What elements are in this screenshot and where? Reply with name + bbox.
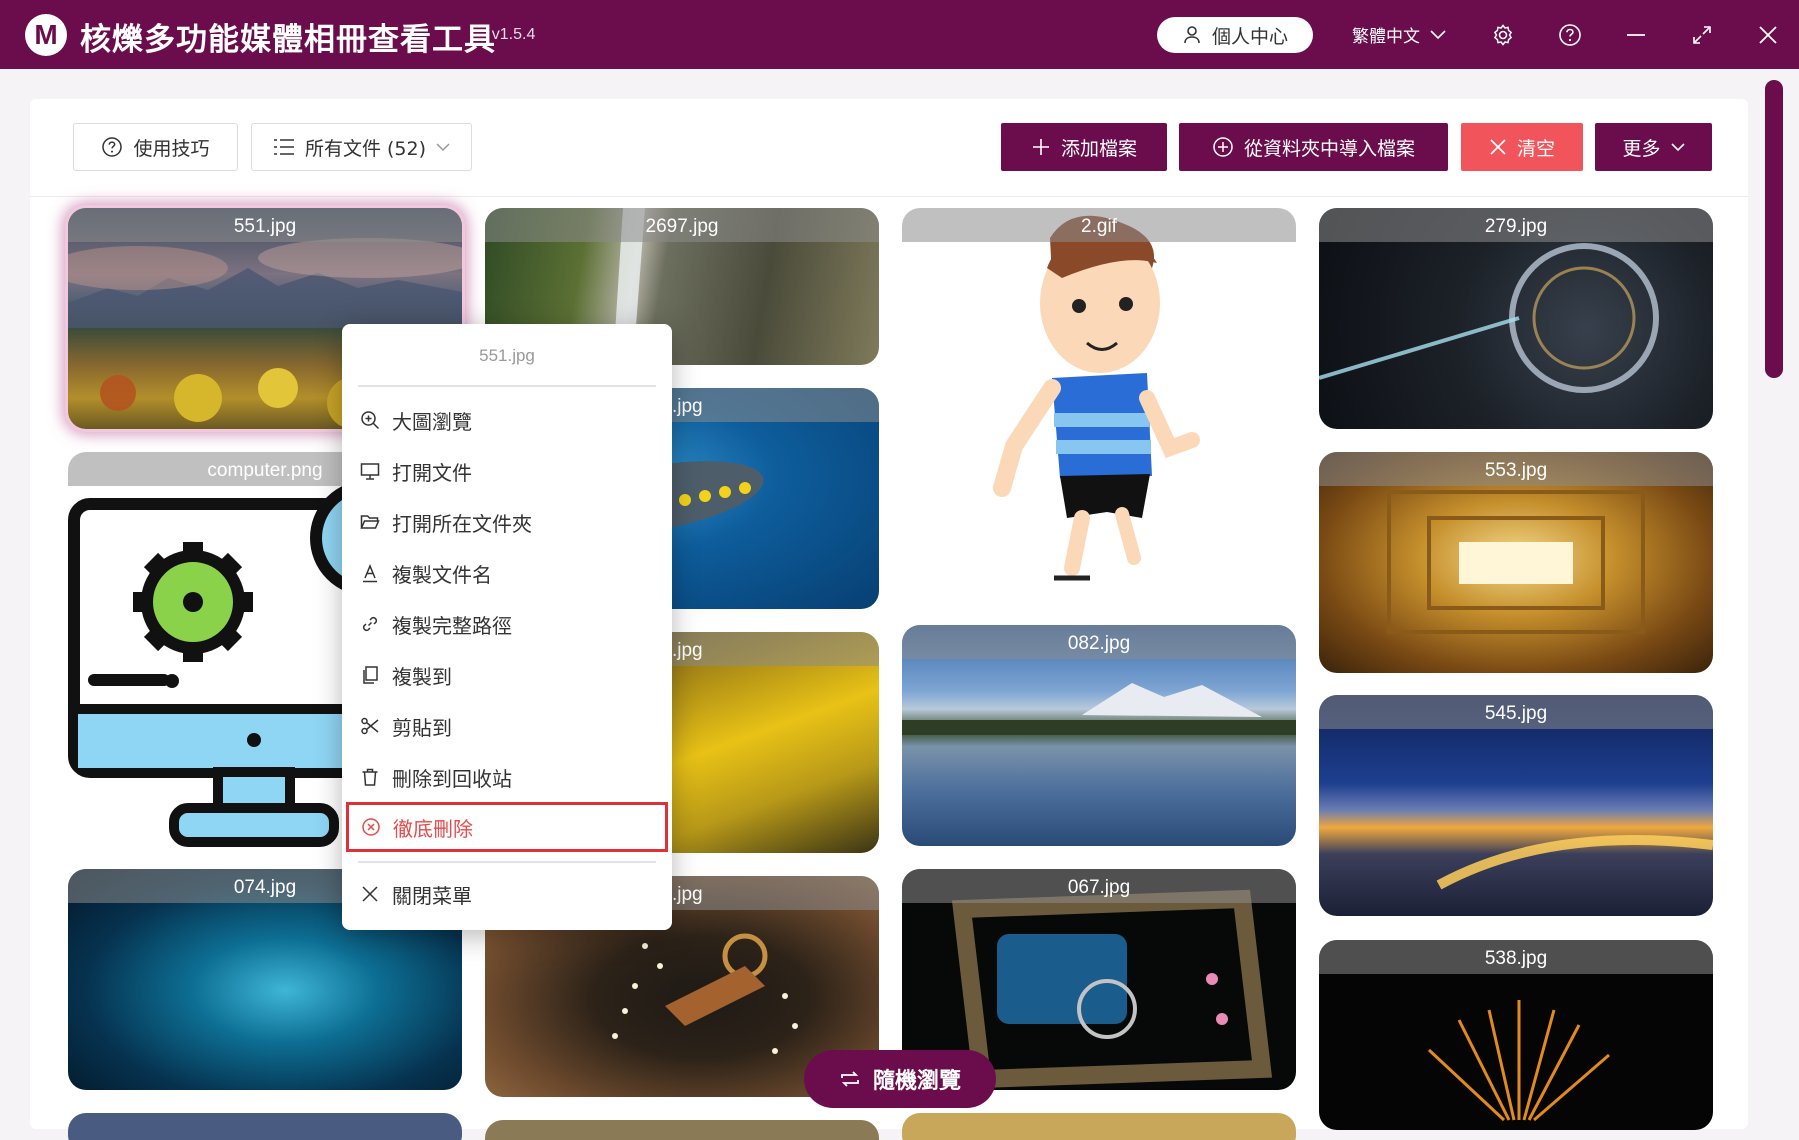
image-card[interactable]	[902, 1113, 1296, 1140]
title-bar: M 核爍多功能媒體相冊查看工具 - v1.5.4 個人中心 繁體中文	[0, 0, 1799, 69]
chevron-down-icon	[1670, 142, 1685, 151]
language-select[interactable]: 繁體中文	[1352, 22, 1446, 47]
image-filename: 2697.jpg	[485, 208, 879, 242]
menu-item-label: 複製完整路徑	[392, 613, 512, 638]
more-dropdown[interactable]: 更多	[1595, 123, 1712, 171]
image-card[interactable]	[68, 1113, 462, 1140]
shuffle-repeat-icon	[841, 1071, 859, 1087]
import-folder-label: 從資料夾中導入檔案	[1243, 137, 1415, 160]
file-filter-dropdown[interactable]: 所有文件 (52)	[251, 123, 472, 171]
context-menu: 551.jpg 大圖瀏覽 打開文件 打開所在文件夾 複製文件名 複製完整路徑 複…	[342, 324, 672, 930]
menu-item-copy-to[interactable]: 複製到	[358, 653, 656, 697]
menu-item-label: 徹底刪除	[393, 816, 473, 841]
link-icon	[362, 616, 378, 632]
random-browse-button[interactable]: 隨機瀏覽	[804, 1050, 996, 1108]
add-file-button[interactable]: 添加檔案	[1001, 123, 1167, 171]
clear-button[interactable]: 清空	[1461, 123, 1583, 171]
image-card[interactable]: 279.jpg	[1319, 208, 1713, 429]
help-icon[interactable]	[1555, 20, 1585, 50]
menu-item-delete-permanently[interactable]: 徹底刪除	[346, 802, 668, 852]
user-center-button[interactable]: 個人中心	[1157, 17, 1313, 53]
add-file-label: 添加檔案	[1060, 137, 1137, 160]
monitor-icon	[360, 463, 380, 480]
menu-item-close-menu[interactable]: 關閉菜單	[358, 872, 656, 916]
minimize-icon[interactable]	[1621, 20, 1651, 50]
x-icon	[1490, 139, 1506, 155]
image-card[interactable]: 2.gif	[902, 208, 1296, 606]
image-filename: 082.jpg	[902, 625, 1296, 659]
tips-button[interactable]: 使用技巧	[73, 123, 238, 171]
menu-item-cut-to[interactable]: 剪貼到	[358, 704, 656, 748]
folder-open-icon	[360, 515, 380, 529]
chevron-down-icon	[1430, 29, 1446, 39]
settings-gear-icon[interactable]	[1488, 20, 1518, 50]
context-menu-title: 551.jpg	[479, 346, 535, 365]
menu-item-open-file[interactable]: 打開文件	[358, 449, 656, 493]
menu-item-copy-filename[interactable]: 複製文件名	[358, 551, 656, 595]
image-filename: 545.jpg	[1319, 695, 1713, 729]
clear-label: 清空	[1516, 137, 1555, 160]
scissors-icon	[361, 717, 379, 735]
menu-item-label: 刪除到回收站	[392, 766, 512, 791]
image-card[interactable]	[485, 1120, 879, 1140]
menu-item-copy-path[interactable]: 複製完整路徑	[358, 602, 656, 646]
plus-circle-icon	[1213, 137, 1233, 157]
text-a-icon	[363, 564, 377, 583]
menu-divider	[358, 385, 656, 387]
image-filename: 279.jpg	[1319, 208, 1713, 242]
app-logo: M	[25, 14, 67, 56]
file-filter-label: 所有文件 (52)	[304, 137, 427, 160]
image-filename: 538.jpg	[1319, 940, 1713, 974]
image-card[interactable]: 545.jpg	[1319, 695, 1713, 916]
image-card[interactable]: 082.jpg	[902, 625, 1296, 846]
image-card[interactable]: 538.jpg	[1319, 940, 1713, 1130]
menu-item-label: 複製到	[392, 664, 452, 689]
zoom-in-icon	[361, 411, 380, 430]
menu-item-label: 剪貼到	[392, 715, 452, 740]
app-window: M 核爍多功能媒體相冊查看工具 - v1.5.4 個人中心 繁體中文 使用技巧 …	[0, 0, 1799, 1140]
close-icon	[362, 886, 378, 902]
menu-divider	[358, 861, 656, 863]
copy-icon	[363, 666, 378, 684]
menu-item-label: 大圖瀏覽	[392, 409, 472, 434]
image-filename: 067.jpg	[902, 869, 1296, 903]
close-icon[interactable]	[1753, 20, 1783, 50]
menu-item-label: 複製文件名	[392, 562, 492, 587]
user-icon	[1184, 26, 1200, 44]
menu-item-label: 打開文件	[392, 460, 472, 485]
list-icon	[273, 139, 294, 155]
image-filename: 2.gif	[902, 208, 1296, 242]
plus-icon	[1032, 139, 1049, 155]
image-filename: 553.jpg	[1319, 452, 1713, 486]
x-circle-icon	[362, 818, 380, 836]
import-folder-button[interactable]: 從資料夾中導入檔案	[1179, 123, 1448, 171]
app-version: - v1.5.4	[482, 26, 536, 43]
user-center-label: 個人中心	[1211, 25, 1288, 48]
menu-item-recycle[interactable]: 刪除到回收站	[358, 755, 656, 799]
cartoon-boy-thumbnail	[993, 215, 1200, 581]
menu-item-label: 打開所在文件夾	[392, 511, 532, 536]
menu-item-open-folder[interactable]: 打開所在文件夾	[358, 500, 656, 544]
scrollbar-thumb[interactable]	[1765, 80, 1783, 378]
more-label: 更多	[1622, 137, 1661, 160]
tips-label: 使用技巧	[133, 137, 210, 160]
random-browse-label: 隨機瀏覽	[872, 1069, 961, 1094]
image-filename: 551.jpg	[68, 208, 462, 242]
chevron-down-icon	[436, 142, 450, 151]
trash-icon	[362, 768, 378, 786]
question-circle-icon	[102, 137, 123, 157]
menu-item-label: 關閉菜單	[392, 883, 472, 908]
language-label: 繁體中文	[1352, 27, 1420, 47]
toolbar-divider	[30, 196, 1748, 197]
image-card[interactable]: 553.jpg	[1319, 452, 1713, 673]
app-title: 核爍多功能媒體相冊查看工具	[80, 22, 496, 58]
maximize-icon[interactable]	[1687, 20, 1717, 50]
menu-item-large-preview[interactable]: 大圖瀏覽	[358, 398, 656, 442]
